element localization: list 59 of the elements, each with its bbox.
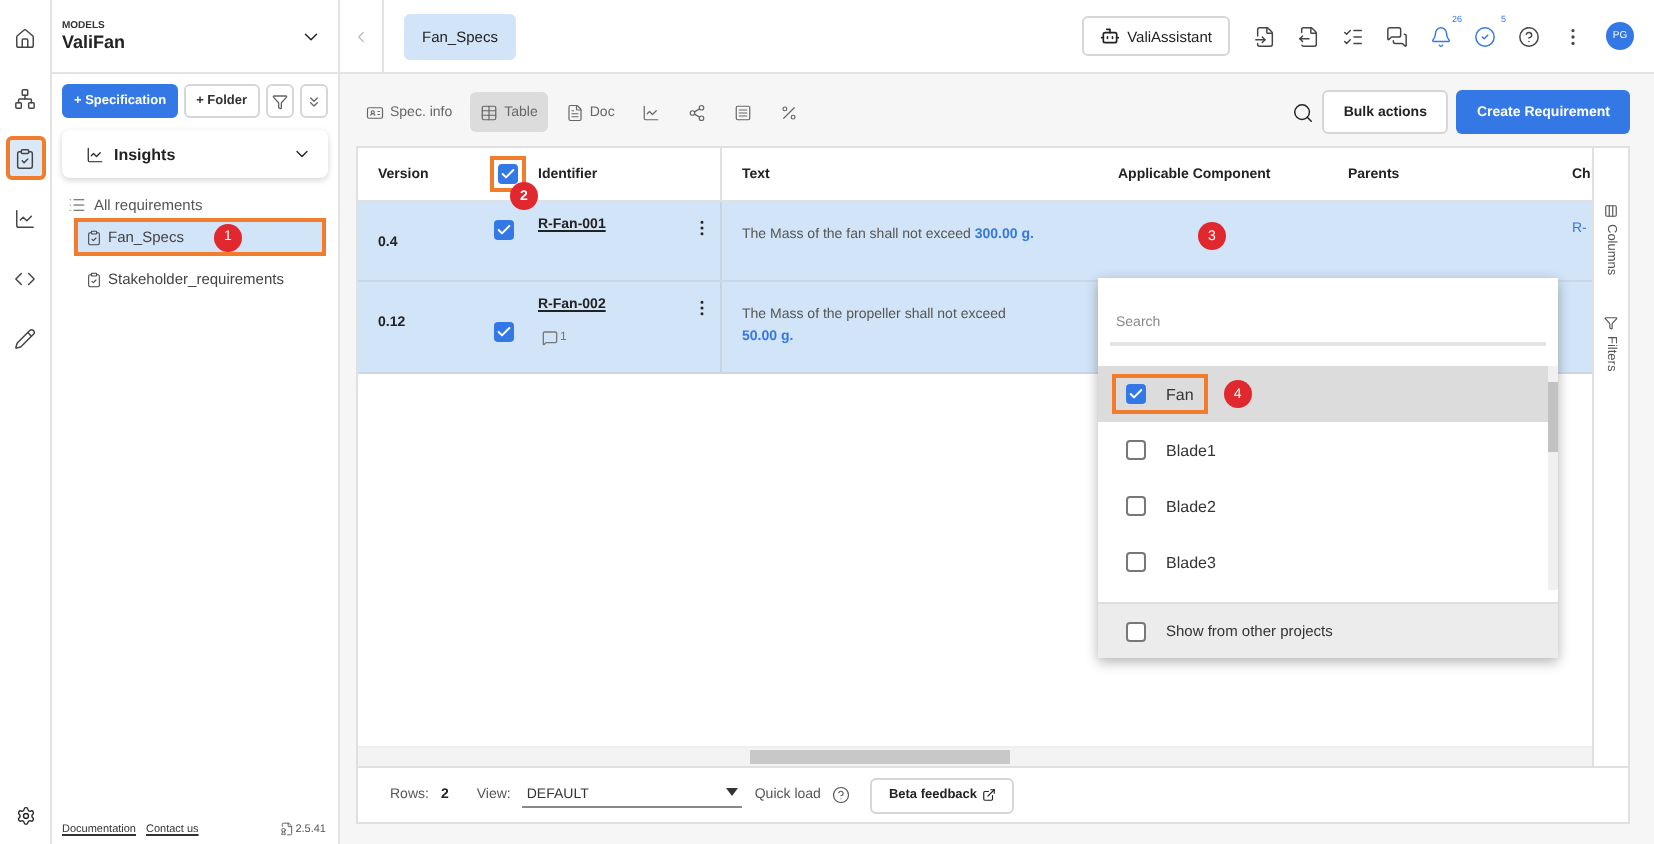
filter-icon [1604,315,1618,330]
graph-icon [688,103,707,121]
clipboard-icon [86,271,102,287]
option-checkbox[interactable] [1126,552,1146,572]
help-icon [832,786,851,804]
export-icon [1297,25,1319,47]
code-icon [14,267,36,289]
option-label: Blade3 [1166,553,1216,571]
chat-icon [1385,25,1407,47]
check-circle-icon [1473,25,1495,47]
chart-icon [642,103,661,121]
checklist-icon [1341,25,1363,47]
doc-icon [565,103,584,121]
option-label: Fan [1166,385,1194,403]
rail-button[interactable] [5,136,45,180]
option-label: Blade1 [1166,441,1216,459]
dropdown-option[interactable]: Blade1 [1098,422,1548,478]
dropdown-option[interactable]: Blade2 [1098,478,1548,534]
robot-icon [1099,26,1120,46]
chevron-left-icon [352,27,370,45]
model-name: ValiFan [62,32,126,52]
vertical-scrollbar[interactable] [1548,366,1558,590]
row-checkbox[interactable] [494,220,514,240]
select-all-checkbox[interactable] [498,164,518,184]
caret-icon [726,787,739,795]
external-link-icon [981,788,996,802]
pencil-icon [14,327,36,349]
horizontal-scrollbar[interactable] [358,746,1592,766]
home-icon [14,27,36,49]
insights-title: Insights [114,145,176,163]
list-icon [68,196,86,214]
option-checkbox[interactable] [1126,440,1146,460]
collapse-button[interactable] [299,84,328,118]
double-chevron-icon [305,93,322,109]
network-icon [14,87,36,109]
filter-icon [271,93,288,109]
clipboard-icon [14,147,36,169]
option-checkbox[interactable] [1126,621,1146,641]
search-icon [1291,101,1314,123]
percent-icon [780,103,799,121]
file-icon [279,822,294,836]
bell-icon [1429,25,1451,47]
chart-icon [14,207,36,229]
option-checkbox[interactable] [1126,496,1146,516]
insights-card[interactable]: Insights [62,130,328,178]
option-checkbox[interactable] [1126,384,1146,404]
info-icon [366,103,384,121]
table-icon [480,103,499,121]
import-icon [1253,25,1275,47]
settings-icon [15,806,35,826]
dropdown-option[interactable]: Blade3 [1098,534,1548,590]
columns-icon [1604,204,1618,218]
clipboard-icon [86,229,102,245]
help-icon [1517,25,1539,47]
list-icon [734,103,753,121]
filter-button[interactable] [265,84,294,118]
option-label: Blade2 [1166,497,1216,515]
chart-icon [86,145,104,163]
row-checkbox[interactable] [494,322,514,342]
